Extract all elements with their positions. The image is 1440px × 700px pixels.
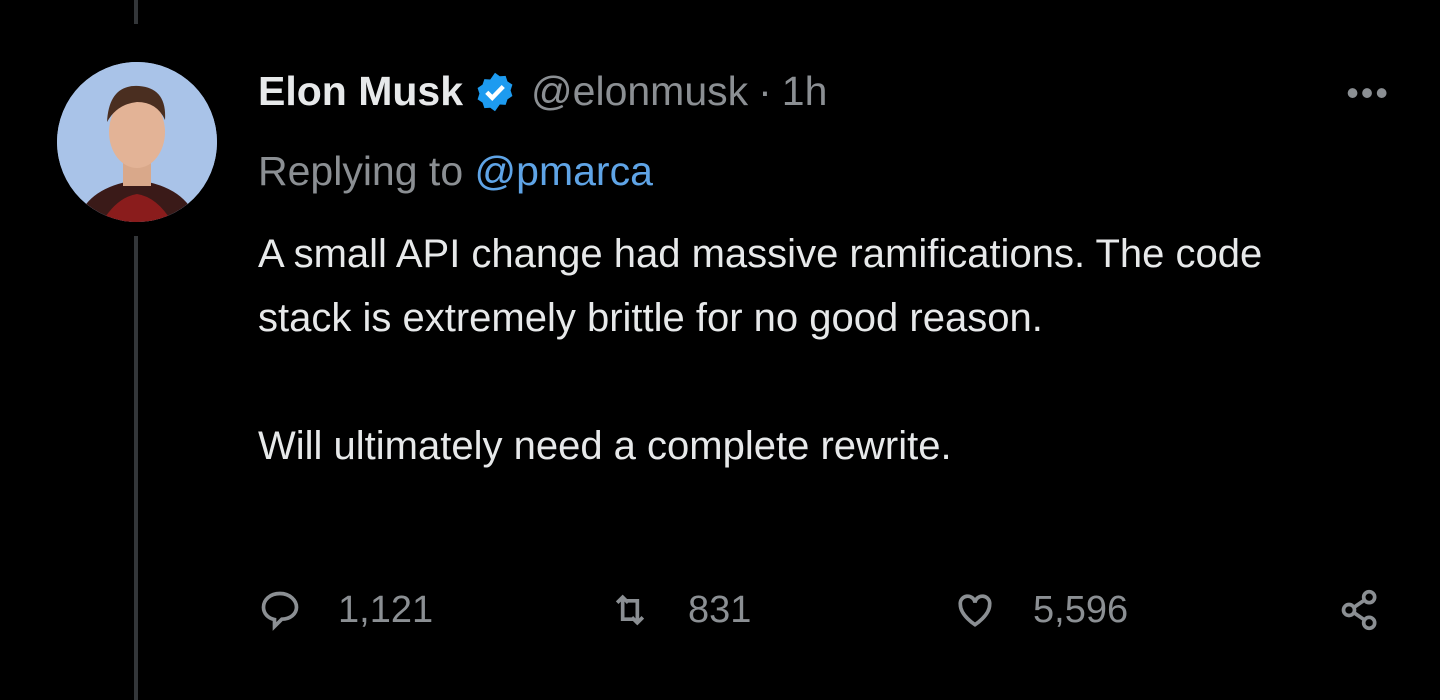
retweet-icon (615, 594, 645, 626)
avatar-image (57, 62, 217, 222)
reply-button[interactable]: 1,121 (258, 588, 433, 632)
timestamp[interactable]: 1h (782, 68, 828, 115)
tweet-paragraph: Will ultimately need a complete rewrite. (258, 424, 952, 468)
thread-line-top (134, 0, 138, 24)
thread-line-bottom (134, 236, 138, 700)
tweet-paragraph: A small API change had massive ramificat… (258, 232, 1263, 340)
retweet-count: 831 (688, 588, 752, 631)
author-name[interactable]: Elon Musk (258, 68, 463, 115)
like-count: 5,596 (1033, 588, 1129, 631)
avatar[interactable] (57, 62, 217, 222)
tweet-body: A small API change had massive ramificat… (258, 222, 1358, 478)
separator: · (758, 68, 772, 114)
replying-label: Replying to (258, 148, 464, 194)
like-button[interactable]: 5,596 (953, 588, 1128, 632)
verified-badge-icon (477, 72, 513, 111)
retweet-button[interactable]: 831 (608, 588, 751, 632)
tweet-actions: 1,121 831 5,596 (258, 588, 1388, 640)
heart-icon (958, 594, 992, 627)
share-icon (1341, 589, 1377, 631)
share-button[interactable] (1338, 588, 1418, 632)
more-options-button[interactable]: ••• (1346, 72, 1390, 114)
replying-to-link[interactable]: @pmarca (475, 148, 653, 194)
tweet-header: Elon Musk @elonmusk · 1h (258, 68, 827, 115)
author-handle[interactable]: @elonmusk (531, 68, 748, 115)
replying-to: Replying to @pmarca (258, 148, 653, 195)
reply-icon (261, 591, 299, 631)
reply-count: 1,121 (338, 588, 434, 631)
